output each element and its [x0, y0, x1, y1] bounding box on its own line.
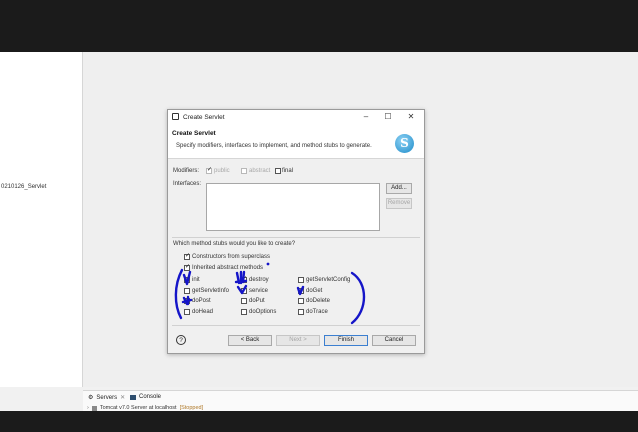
- constructors-label: Constructors from superclass: [192, 254, 271, 260]
- dopost-label: doPost: [192, 298, 211, 304]
- add-interface-button[interactable]: Add...: [386, 183, 412, 194]
- inherited-label: Inherited abstract methods: [192, 265, 264, 271]
- getservletinfo-label: getServletInfo: [192, 288, 230, 294]
- stubs-question: Which method stubs would you like to cre…: [173, 241, 296, 247]
- constructors-checkbox[interactable]: [184, 252, 190, 260]
- dohead-checkbox[interactable]: [184, 309, 190, 315]
- top-black-bar: [0, 0, 638, 52]
- finish-button[interactable]: Finish: [324, 335, 368, 346]
- dodelete-checkbox[interactable]: [298, 298, 304, 304]
- bottom-black-bar: [0, 411, 638, 432]
- dotrace-label: doTrace: [306, 309, 328, 315]
- servlet-wizard-icon: S: [395, 134, 414, 153]
- dialog-titlebar[interactable]: Create Servlet – ☐ ✕: [168, 110, 424, 125]
- eclipse-app-icon: [172, 113, 179, 120]
- interfaces-label: Interfaces:: [173, 181, 202, 187]
- console-tab-label: Console: [139, 394, 162, 400]
- wizard-description: Specify modifiers, interfaces to impleme…: [176, 143, 372, 149]
- servers-console-panel: ⚙ Servers ✕ Console › Tomcat v7.0 Server…: [83, 390, 638, 412]
- getservletinfo-checkbox[interactable]: [184, 288, 190, 294]
- project-tree-item[interactable]: 0210126_Servlet: [1, 184, 46, 190]
- service-label: service: [249, 288, 269, 294]
- next-button[interactable]: Next >: [276, 335, 320, 346]
- minimize-icon[interactable]: –: [360, 112, 372, 122]
- dopost-checkbox[interactable]: [184, 296, 190, 304]
- console-icon: [130, 394, 136, 400]
- footer-separator: [172, 325, 420, 326]
- dooptions-label: doOptions: [249, 309, 277, 315]
- public-label: public: [214, 168, 230, 174]
- doget-label: doGet: [306, 288, 323, 294]
- servers-icon: ⚙: [88, 395, 94, 401]
- getservletconfig-label: getServletConfig: [306, 277, 351, 283]
- dotrace-checkbox[interactable]: [298, 309, 304, 315]
- back-button[interactable]: < Back: [228, 335, 272, 346]
- servers-tab-label: Servers: [96, 394, 118, 401]
- destroy-checkbox[interactable]: [241, 275, 247, 283]
- modifiers-label: Modifiers:: [173, 168, 200, 174]
- abstract-checkbox[interactable]: [241, 168, 247, 174]
- cancel-button[interactable]: Cancel: [372, 335, 416, 346]
- dohead-label: doHead: [192, 309, 214, 315]
- doput-checkbox[interactable]: [241, 298, 247, 304]
- wizard-banner: Create Servlet Specify modifiers, interf…: [168, 125, 424, 159]
- wizard-heading: Create Servlet: [172, 130, 216, 137]
- separator: [172, 237, 420, 238]
- getservletconfig-checkbox[interactable]: [298, 277, 304, 283]
- init-checkbox[interactable]: [184, 275, 190, 283]
- dodelete-label: doDelete: [306, 298, 331, 304]
- init-label: init: [192, 277, 200, 283]
- destroy-label: destroy: [249, 277, 269, 283]
- dooptions-checkbox[interactable]: [241, 309, 247, 315]
- doget-checkbox[interactable]: [298, 286, 304, 294]
- tab-console[interactable]: Console: [130, 394, 161, 400]
- inherited-checkbox[interactable]: [184, 263, 190, 271]
- project-explorer: 0210126_Servlet: [0, 52, 83, 387]
- close-icon[interactable]: ✕: [120, 394, 125, 401]
- maximize-icon[interactable]: ☐: [382, 112, 394, 122]
- service-checkbox[interactable]: [241, 286, 247, 294]
- abstract-label: abstract: [249, 168, 271, 174]
- interfaces-list[interactable]: [206, 183, 380, 231]
- doput-label: doPut: [249, 298, 265, 304]
- create-servlet-dialog: Create Servlet – ☐ ✕ Create Servlet Spec…: [167, 109, 425, 354]
- final-checkbox[interactable]: [275, 168, 281, 174]
- remove-interface-button[interactable]: Remove: [386, 198, 412, 209]
- help-icon[interactable]: ?: [176, 335, 186, 345]
- tab-servers[interactable]: ⚙ Servers ✕: [88, 394, 125, 402]
- close-icon[interactable]: ✕: [405, 112, 417, 122]
- server-icon: [91, 405, 97, 411]
- final-label: final: [282, 168, 294, 174]
- public-checkbox[interactable]: [206, 166, 212, 174]
- window-title: Create Servlet: [183, 114, 225, 121]
